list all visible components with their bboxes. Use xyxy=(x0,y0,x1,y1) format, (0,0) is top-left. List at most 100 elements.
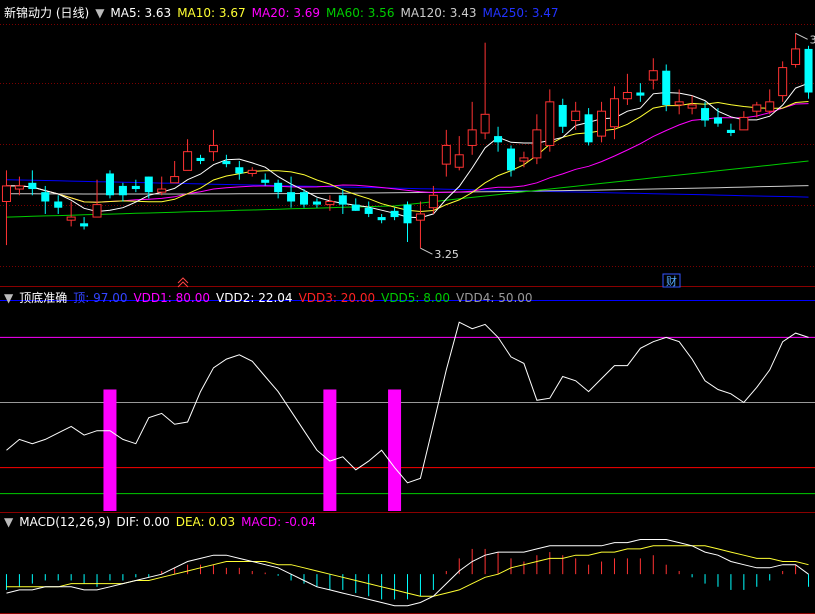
legend-ma60: MA60: 3.56 xyxy=(326,6,395,20)
candle xyxy=(157,176,167,196)
candle-body xyxy=(648,70,658,81)
legend-vdd2: VDD2: 22.04 xyxy=(216,291,293,305)
candle-body xyxy=(609,98,619,128)
candle-body xyxy=(80,223,89,227)
candle xyxy=(222,154,231,168)
candle xyxy=(494,126,503,152)
legend-vdd4: VDD4: 50.00 xyxy=(456,291,533,305)
candle-body xyxy=(287,192,296,202)
candle-body xyxy=(274,182,283,193)
candle xyxy=(170,161,180,184)
signal-bar xyxy=(323,389,337,511)
candle-body xyxy=(312,201,321,205)
candle xyxy=(687,95,697,115)
candle-body xyxy=(713,117,722,124)
candle xyxy=(274,179,283,199)
candle-body xyxy=(506,148,516,171)
candle-body xyxy=(92,204,102,218)
signal-bar xyxy=(388,389,402,511)
candle-body xyxy=(1,185,11,202)
candle xyxy=(532,114,542,165)
candle-body xyxy=(261,179,270,183)
legend-vdd3: VDD3: 20.00 xyxy=(298,291,376,305)
legend-vdd5: VDD5: 8.00 xyxy=(381,291,451,305)
legend-ma120: MA120: 3.43 xyxy=(400,6,477,20)
high-price-label: 3.93 xyxy=(810,33,815,46)
candle-body xyxy=(28,182,37,190)
candle-body xyxy=(415,213,425,221)
candle xyxy=(325,195,335,211)
candle-body xyxy=(662,70,671,105)
legend-ma5: MA5: 3.63 xyxy=(110,6,172,20)
candle-body xyxy=(364,207,373,214)
candle-body xyxy=(636,92,645,96)
event-marker-label: 财 xyxy=(666,274,677,288)
low-price-label: 3.25 xyxy=(434,248,459,261)
candle-body xyxy=(752,104,762,112)
indicator-name: 顶底准确 xyxy=(19,291,68,305)
candle-body xyxy=(778,67,788,97)
candle xyxy=(739,111,749,131)
candle-body xyxy=(494,136,503,143)
macd-name: MACD(12,26,9) xyxy=(19,515,111,529)
candle xyxy=(118,182,127,202)
candle-body xyxy=(403,204,412,224)
candle xyxy=(14,176,24,196)
candle xyxy=(804,45,813,99)
candle-body xyxy=(480,113,490,134)
candle-body xyxy=(519,157,529,162)
candle-body xyxy=(157,188,167,193)
candle xyxy=(80,217,89,230)
dropdown-triangle-icon[interactable]: ▼ xyxy=(4,514,13,530)
candle xyxy=(351,198,360,211)
dropdown-triangle-icon[interactable]: ▼ xyxy=(95,5,104,21)
candle xyxy=(571,101,581,130)
candle xyxy=(208,129,218,162)
candle-body xyxy=(428,194,438,209)
candle xyxy=(247,167,257,177)
candle xyxy=(28,170,37,196)
candle-body xyxy=(571,110,581,122)
candle-body xyxy=(66,216,76,221)
candle-body xyxy=(584,114,593,143)
candle xyxy=(377,213,386,224)
candle xyxy=(480,42,490,140)
macd-header: ▼ MACD(12,26,9) DIF: 0.00 DEA: 0.03 MACD: -0… xyxy=(4,514,322,530)
legend-macd: MACD: -0.04 xyxy=(241,515,316,529)
candle xyxy=(312,198,321,208)
signal-bar xyxy=(103,389,117,511)
candle xyxy=(545,89,555,152)
candle-body xyxy=(558,104,567,127)
legend-dif: DIF: 0.00 xyxy=(116,515,170,529)
candle xyxy=(364,201,373,218)
candle xyxy=(791,33,801,68)
candle-body xyxy=(726,129,735,133)
kline-header: 新锦动力 (日线) ▼ MA5: 3.63 MA10: 3.67 MA20: 3.69 M… xyxy=(4,5,565,21)
candle-body xyxy=(54,201,63,208)
candle xyxy=(701,101,710,127)
candle xyxy=(390,207,399,221)
candle-body xyxy=(791,48,801,65)
candle-body xyxy=(118,185,127,196)
candle-body xyxy=(804,48,813,93)
candle-body xyxy=(196,157,205,162)
high-pointer xyxy=(795,32,808,40)
candle-body xyxy=(222,161,231,165)
candle-body xyxy=(170,176,180,184)
legend-ma250: MA250: 3.47 xyxy=(482,6,559,20)
legend-ma20: MA20: 3.69 xyxy=(251,6,321,20)
indicator-header: ▼ 顶底准确 顶: 97.00 VDD1: 80.00 VDD2: 22.04 VDD3:… xyxy=(4,290,539,306)
candle xyxy=(648,58,658,90)
candle xyxy=(597,101,607,143)
candle xyxy=(454,136,464,171)
up-arrow-icon xyxy=(177,277,189,288)
dropdown-triangle-icon[interactable]: ▼ xyxy=(4,290,13,306)
candle-body xyxy=(441,144,451,165)
candle xyxy=(726,123,735,137)
ma5-line xyxy=(6,82,809,219)
candle xyxy=(196,154,205,165)
legend-dea: DEA: 0.03 xyxy=(175,515,236,529)
candle-body xyxy=(765,101,775,112)
candle-body xyxy=(41,192,50,202)
candle-body xyxy=(235,167,244,174)
